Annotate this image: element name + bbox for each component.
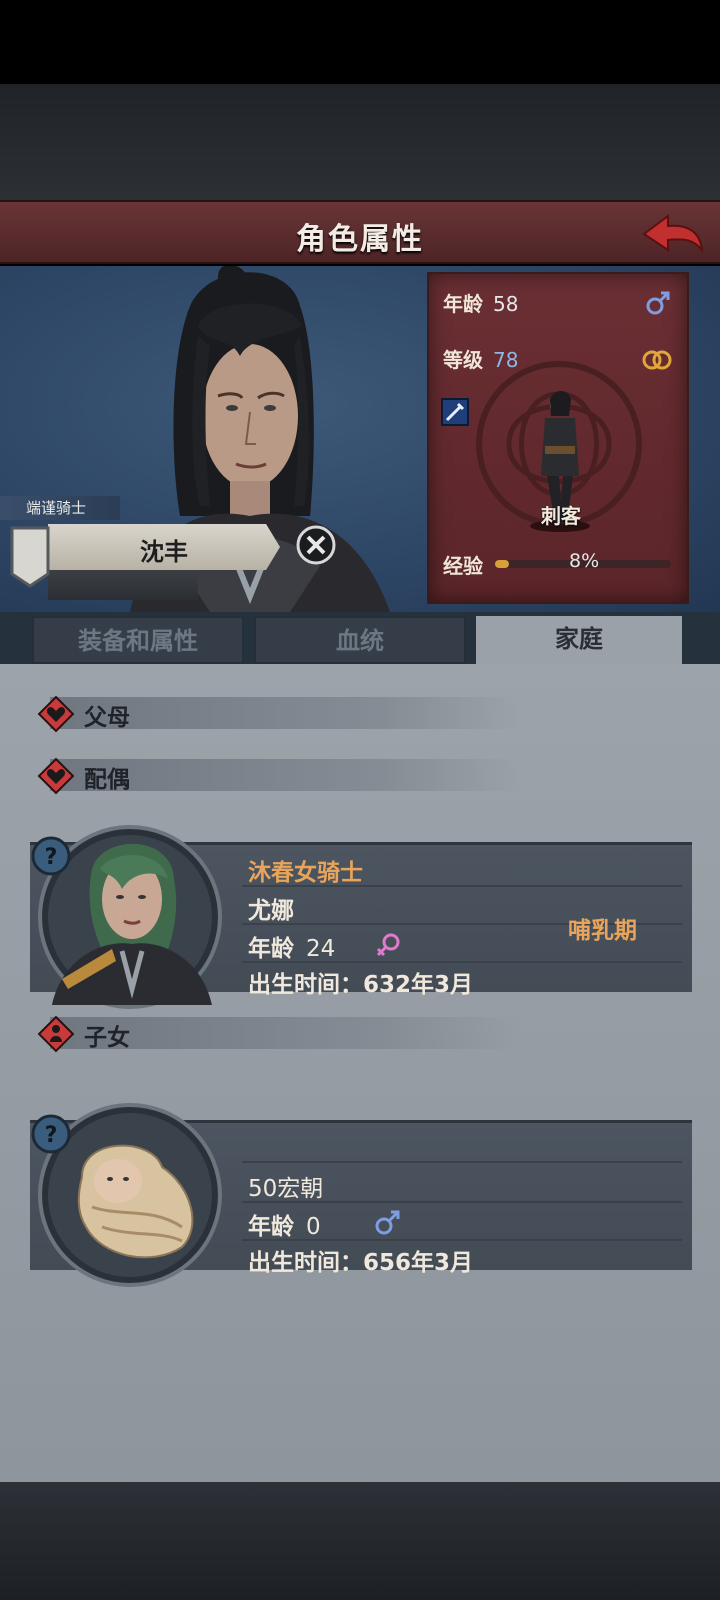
tab-equipment[interactable]: 装备和属性: [32, 616, 244, 664]
age-value: 58: [493, 292, 519, 316]
age-row: 年龄 58: [443, 288, 518, 317]
children-label: 子女: [84, 1025, 130, 1051]
status-bar: [0, 0, 720, 84]
ring-icon[interactable]: [641, 346, 673, 372]
spouse-title: 沐春女骑士: [248, 860, 363, 886]
spouse-age-value: 24: [306, 936, 336, 962]
male-icon: [646, 291, 670, 315]
spouse-status: 哺乳期: [568, 918, 637, 944]
level-value: 78: [493, 348, 519, 372]
name-plate-shadow: [48, 570, 198, 600]
tab-family[interactable]: 家庭: [476, 616, 682, 664]
dagger-skill-icon[interactable]: [441, 398, 469, 426]
exp-label: 经验: [443, 554, 483, 578]
male-icon: [375, 1210, 400, 1235]
svg-text:?: ?: [45, 1123, 58, 1148]
header-bar: 角色属性: [0, 200, 720, 264]
stat-panel: 年龄 58 等级 78 刺客 经验 8%: [427, 272, 689, 604]
character-title: 端谨骑士: [0, 496, 120, 520]
background-bottom: [0, 1482, 720, 1600]
tab-bar: 装备和属性 血统 家庭: [0, 612, 720, 664]
level-row: 等级 78: [443, 344, 518, 373]
child-card[interactable]: ? 50宏朝 年龄 0 出生时间：656年3月: [30, 1103, 692, 1287]
level-label: 等级: [443, 348, 483, 372]
exp-progress-fill: [495, 560, 510, 568]
job-label: 刺客: [541, 504, 581, 528]
age-label: 年龄: [443, 292, 483, 316]
child-age-row: 年龄 0: [248, 1207, 321, 1241]
spouse-card[interactable]: ? 沐春女骑士 尤娜 年龄 24 出生时间：632年3月 哺乳期: [30, 825, 692, 1009]
spouse-age-row: 年龄 24: [248, 929, 335, 963]
spouse-section-header: 配偶: [30, 756, 690, 795]
child-age-label: 年龄: [248, 1214, 294, 1240]
question-icon[interactable]: ?: [30, 1113, 72, 1155]
tab-bloodline[interactable]: 血统: [254, 616, 466, 664]
spouse-label: 配偶: [84, 767, 130, 793]
banner-shield-icon[interactable]: [10, 526, 50, 588]
close-icon[interactable]: [296, 525, 336, 565]
female-icon: [376, 933, 400, 957]
child-name: 50宏朝: [248, 1176, 324, 1202]
children-section-header: 子女: [30, 1014, 690, 1053]
back-arrow-icon[interactable]: [640, 208, 706, 258]
family-content: 父母 配偶 ? 沐春女骑士 尤娜 年龄 24 出生时间：632年3月 哺乳期 子…: [0, 664, 720, 1482]
parents-label: 父母: [84, 705, 130, 731]
name-plate[interactable]: 沈丰: [48, 524, 280, 570]
child-birth: 出生时间：656年3月: [248, 1250, 474, 1276]
child-icon: [37, 1015, 75, 1053]
exp-percent: 8%: [569, 550, 600, 572]
heart-icon: [37, 757, 75, 795]
spouse-age-label: 年龄: [248, 936, 294, 962]
parents-section-header: 父母: [30, 694, 690, 733]
spouse-birth: 出生时间：632年3月: [248, 972, 474, 998]
background-top: [0, 84, 720, 200]
svg-text:?: ?: [45, 845, 58, 870]
page-title: 角色属性: [296, 222, 424, 257]
heart-icon: [37, 695, 75, 733]
spouse-name: 尤娜: [248, 898, 294, 924]
question-icon[interactable]: ?: [30, 835, 72, 877]
child-age-value: 0: [306, 1214, 321, 1240]
character-name: 沈丰: [140, 538, 188, 566]
